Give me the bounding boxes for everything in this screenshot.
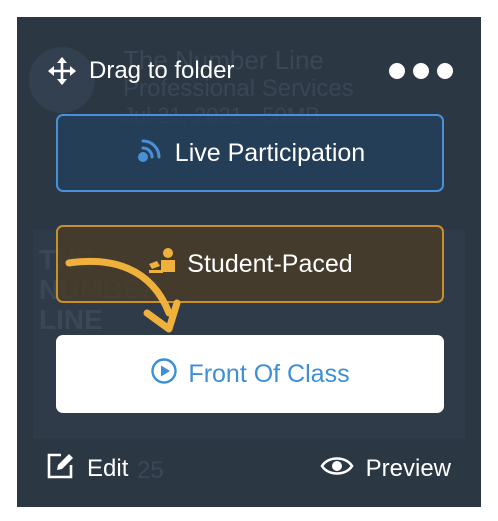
broadcast-icon xyxy=(135,135,165,172)
play-circle-icon xyxy=(150,357,178,392)
edit-icon xyxy=(45,451,75,488)
card-bottom-bar: Edit Preview xyxy=(45,449,451,489)
front-of-class-label: Front Of Class xyxy=(188,359,350,388)
student-paced-button[interactable]: Student-Paced xyxy=(56,225,444,303)
drag-to-folder-handle[interactable]: Drag to folder xyxy=(47,56,234,86)
card-top-bar: Drag to folder xyxy=(47,53,461,89)
more-dots-icon[interactable] xyxy=(389,63,453,79)
more-dot xyxy=(389,63,405,79)
more-dot xyxy=(437,63,453,79)
student-paced-label: Student-Paced xyxy=(187,249,353,278)
student-desk-icon xyxy=(147,246,177,283)
edit-label: Edit xyxy=(87,455,129,482)
preview-label: Preview xyxy=(365,455,451,482)
move-arrows-icon xyxy=(47,56,77,86)
preview-button[interactable]: Preview xyxy=(320,454,451,485)
front-of-class-button[interactable]: Front Of Class xyxy=(56,335,444,413)
live-participation-button[interactable]: Live Participation xyxy=(56,114,444,192)
lesson-card: The Number Line Professional Services Ju… xyxy=(17,17,481,507)
live-participation-label: Live Participation xyxy=(174,138,366,167)
edit-button[interactable]: Edit xyxy=(45,451,128,488)
eye-icon xyxy=(320,454,354,485)
drag-to-folder-label: Drag to folder xyxy=(89,57,235,84)
more-dot xyxy=(413,63,429,79)
